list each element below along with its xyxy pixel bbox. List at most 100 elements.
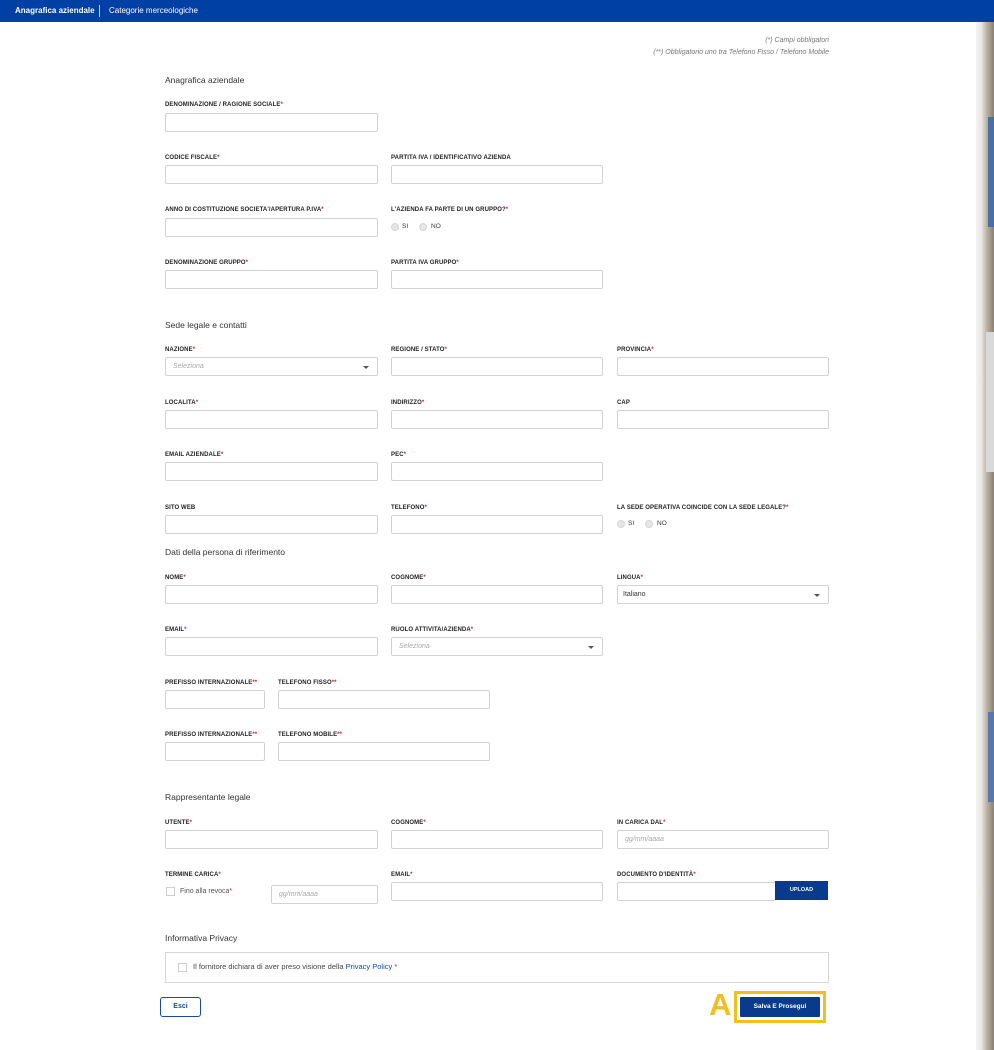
chevron-down-icon — [588, 646, 594, 649]
fino-alla-revoca-label: Fino alla revoca* — [180, 888, 233, 895]
partita-iva-label: PARTITA IVA / IDENTIFICATIVO AZIENDA — [391, 155, 511, 161]
email-rep-label: EMAIL* — [391, 872, 413, 878]
anno-costituzione-input[interactable] — [165, 218, 378, 237]
sede-operativa-no-label: NO — [657, 520, 667, 527]
pec-input[interactable] — [391, 462, 603, 481]
anno-costituzione-label: ANNO DI COSTITUZIONE SOCIETA'/APERTURA P… — [165, 207, 324, 213]
tab-divider — [99, 5, 100, 17]
telefono-fisso-input[interactable] — [278, 690, 490, 709]
ruolo-label: RUOLO ATTIVITA/AZIENDA* — [391, 627, 474, 633]
gruppo-si-label: SI — [402, 223, 409, 230]
provincia-label: PROVINCIA* — [617, 347, 654, 353]
codice-fiscale-label: CODICE FISCALE* — [165, 155, 220, 161]
background-decoration — [988, 712, 994, 802]
utente-input[interactable] — [165, 830, 378, 849]
nome-input[interactable] — [165, 585, 378, 604]
prefisso-mobile-label: PREFISSO INTERNAZIONALE** — [165, 732, 258, 738]
telefono-label: TELEFONO* — [391, 505, 427, 511]
termine-carica-date-input[interactable]: gg/mm/aaaa — [271, 885, 378, 904]
partita-iva-gruppo-label: PARTITA IVA GRUPPO* — [391, 260, 459, 266]
gruppo-no-radio[interactable] — [419, 223, 427, 231]
in-carica-dal-input[interactable]: gg/mm/aaaa — [617, 830, 829, 849]
termine-carica-label: TERMINE CARICA* — [165, 872, 221, 878]
partita-iva-gruppo-input[interactable] — [391, 270, 603, 289]
privacy-statement: Il fornitore dichiara di aver preso visi… — [193, 962, 398, 971]
background-decoration — [986, 332, 994, 472]
denominazione-gruppo-label: DENOMINAZIONE GRUPPO* — [165, 260, 249, 266]
ruolo-select[interactable]: Seleziona — [391, 637, 603, 656]
background-image-strip — [976, 22, 994, 1050]
section-title-legal-rep: Rappresentante legale — [165, 792, 251, 802]
regione-label: REGIONE / STATO* — [391, 347, 447, 353]
email-input[interactable] — [165, 637, 378, 656]
email-aziendale-label: EMAIL AZIENDALE* — [165, 452, 224, 458]
privacy-checkbox[interactable] — [178, 963, 187, 972]
phone-required-note: (**) Obbligatorio uno tra Telefono Fisso… — [653, 49, 829, 56]
indirizzo-label: INDIRIZZO* — [391, 400, 425, 406]
prefisso-mobile-input[interactable] — [165, 742, 265, 761]
localita-label: LOCALITA* — [165, 400, 199, 406]
sede-operativa-no-radio[interactable] — [645, 520, 653, 528]
tab-anagrafica-aziendale[interactable]: Anagrafica aziendale — [15, 0, 95, 22]
esci-button[interactable]: Esci — [160, 997, 201, 1017]
telefono-fisso-label: TELEFONO FISSO** — [278, 680, 337, 686]
cap-label: CAP — [617, 400, 630, 406]
partita-iva-input[interactable] — [391, 165, 603, 184]
sede-operativa-label: LA SEDE OPERATIVA COINCIDE CON LA SEDE L… — [617, 505, 789, 511]
section-title-company: Anagrafica aziendale — [165, 75, 245, 85]
provincia-input[interactable] — [617, 357, 829, 376]
email-label: EMAIL* — [165, 627, 187, 633]
cap-input[interactable] — [617, 410, 829, 429]
sede-operativa-si-label: SI — [628, 520, 635, 527]
privacy-policy-link[interactable]: Privacy Policy — [346, 962, 393, 971]
prefisso-fisso-input[interactable] — [165, 690, 265, 709]
save-and-continue-button[interactable]: Salva E Prosegui — [740, 997, 820, 1017]
telefono-mobile-input[interactable] — [278, 742, 490, 761]
indirizzo-input[interactable] — [391, 410, 603, 429]
sito-web-input[interactable] — [165, 515, 378, 534]
lingua-value: Italiano — [623, 591, 646, 598]
chevron-down-icon — [814, 594, 820, 597]
email-rep-input[interactable] — [391, 882, 603, 901]
regione-input[interactable] — [391, 357, 603, 376]
nazione-label: NAZIONE* — [165, 347, 196, 353]
codice-fiscale-input[interactable] — [165, 165, 378, 184]
cognome-label: COGNOME* — [391, 575, 426, 581]
localita-input[interactable] — [165, 410, 378, 429]
gruppo-si-radio[interactable] — [391, 223, 399, 231]
annotation-marker: A — [709, 987, 732, 1022]
section-title-contact-person: Dati della persona di riferimento — [165, 547, 286, 557]
top-nav-bar: Anagrafica aziendale Categorie merceolog… — [0, 0, 994, 22]
lingua-label: LINGUA* — [617, 575, 644, 581]
email-aziendale-input[interactable] — [165, 462, 378, 481]
upload-button[interactable]: UPLOAD — [775, 881, 828, 900]
fino-alla-revoca-checkbox[interactable] — [166, 887, 175, 896]
tab-categorie-merceologiche[interactable]: Categorie merceologiche — [109, 0, 198, 22]
in-carica-dal-placeholder: gg/mm/aaaa — [625, 836, 664, 843]
utente-label: UTENTE* — [165, 820, 193, 826]
cognome-rep-label: COGNOME* — [391, 820, 426, 826]
privacy-box: Il fornitore dichiara di aver preso visi… — [165, 952, 829, 983]
ruolo-placeholder: Seleziona — [399, 643, 430, 650]
sito-web-label: SITO WEB — [165, 505, 196, 511]
section-title-privacy: Informativa Privacy — [165, 933, 238, 943]
documento-label: DOCUMENTO D'IDENTITÀ* — [617, 872, 696, 878]
denominazione-label: DENOMINAZIONE / RAGIONE SOCIALE* — [165, 102, 283, 108]
nome-label: NOME* — [165, 575, 186, 581]
documento-file-input[interactable] — [617, 882, 776, 901]
cognome-rep-input[interactable] — [391, 830, 603, 849]
telefono-input[interactable] — [391, 515, 603, 534]
required-fields-note: (*) Campi obbligatori — [765, 37, 829, 44]
nazione-placeholder: Seleziona — [173, 363, 204, 370]
section-title-legal-seat: Sede legale e contatti — [165, 320, 247, 330]
denominazione-gruppo-input[interactable] — [165, 270, 378, 289]
pec-label: PEC* — [391, 452, 407, 458]
prefisso-fisso-label: PREFISSO INTERNAZIONALE** — [165, 680, 258, 686]
cognome-input[interactable] — [391, 585, 603, 604]
chevron-down-icon — [363, 366, 369, 369]
denominazione-input[interactable] — [165, 113, 378, 132]
nazione-select[interactable]: Seleziona — [165, 357, 378, 376]
lingua-select[interactable]: Italiano — [617, 585, 829, 604]
termine-carica-placeholder: gg/mm/aaaa — [279, 891, 318, 898]
sede-operativa-si-radio[interactable] — [617, 520, 625, 528]
